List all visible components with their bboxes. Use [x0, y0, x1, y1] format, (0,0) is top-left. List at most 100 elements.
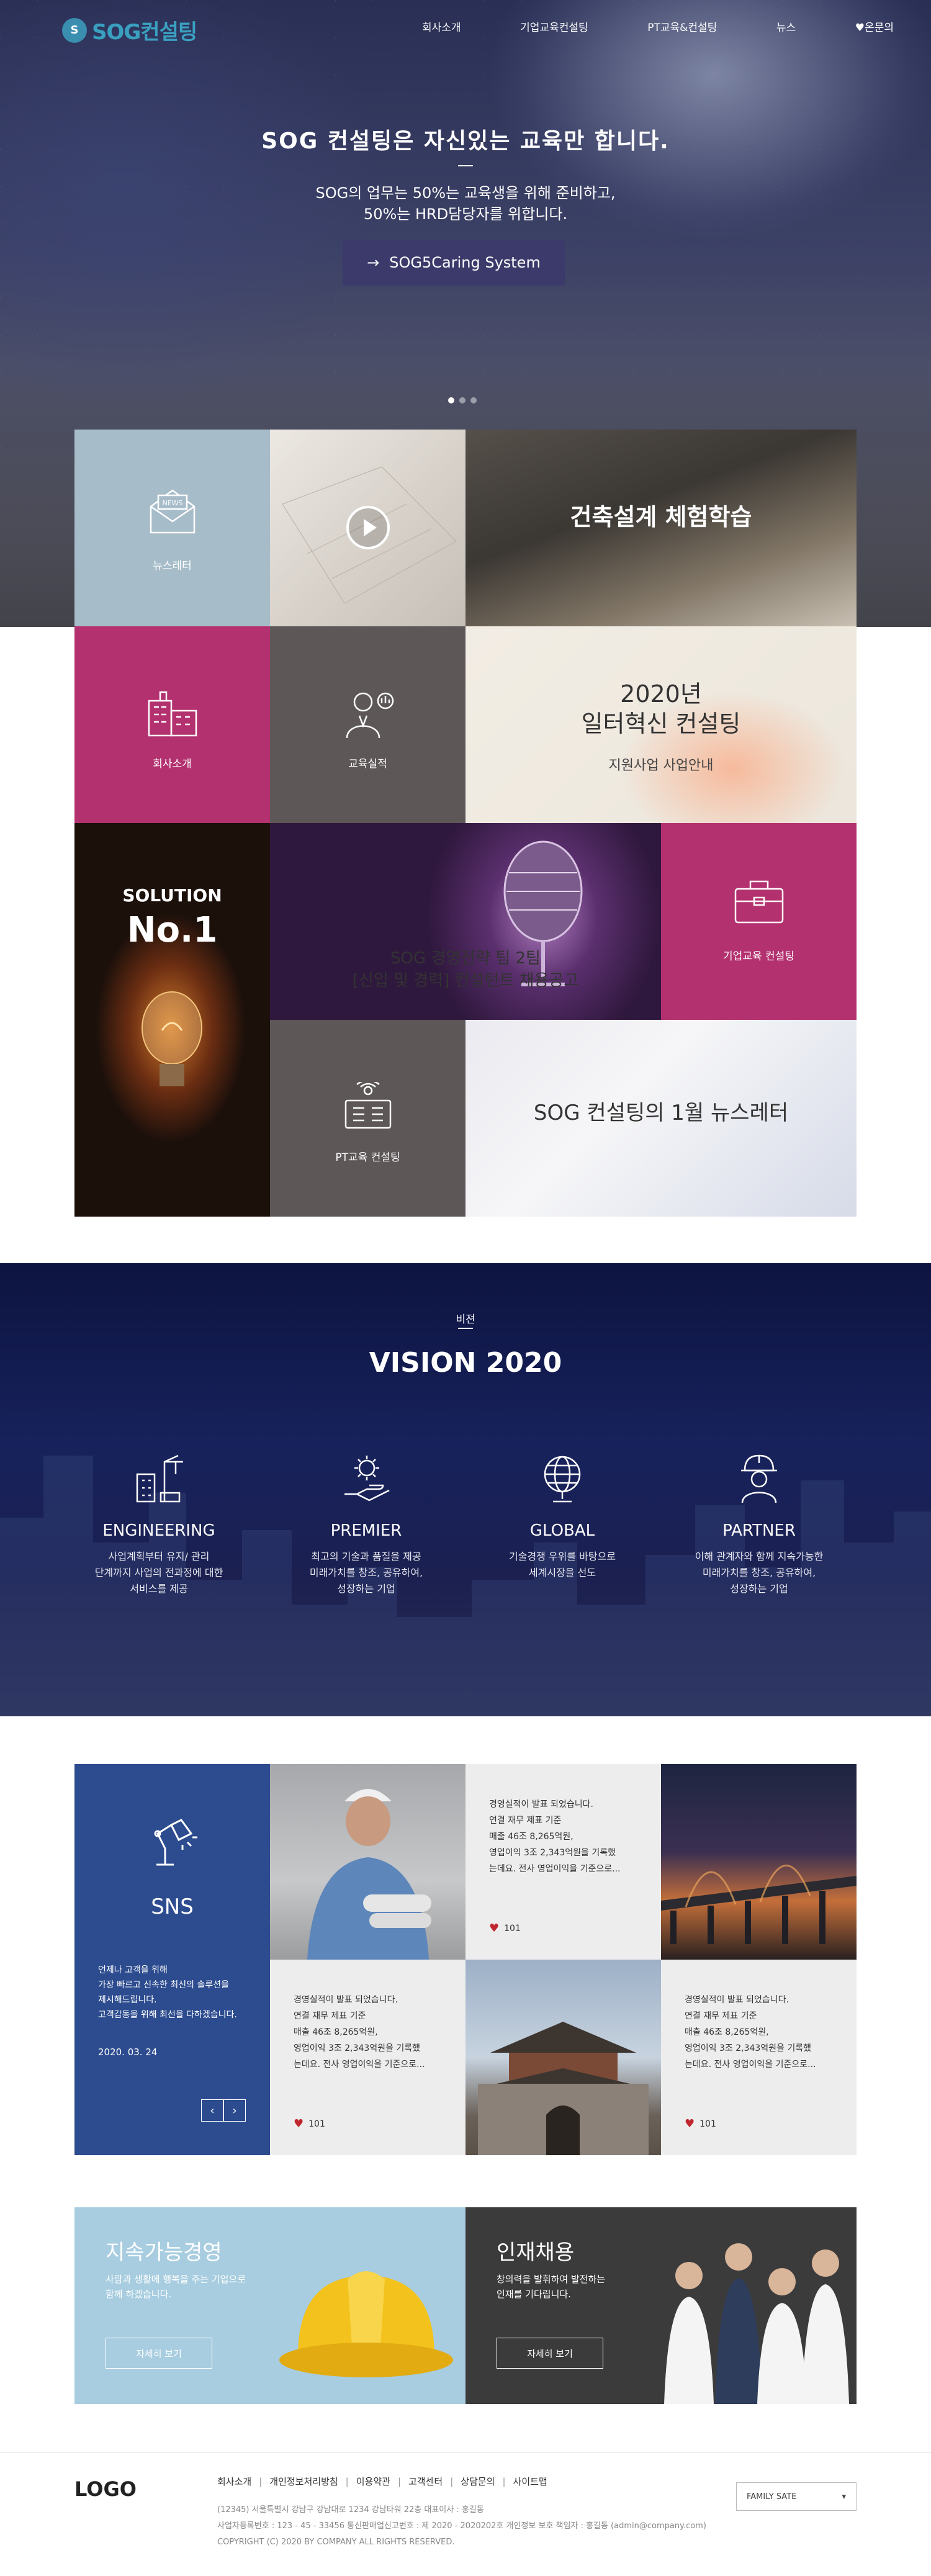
sns-post-line: 연결 재무 제표 기준 [685, 2011, 757, 2021]
sustainability-desc-line: 사람과 생활에 행복을 주는 기업으로 [106, 2274, 246, 2285]
sns-like-counter[interactable]: ♥ 101 [294, 2117, 325, 2130]
vision-item-desc-line: 세계시장을 선도 [528, 1567, 596, 1578]
tile-video[interactable] [270, 430, 466, 626]
sustainability-banner: 지속가능경영 사람과 생활에 행복을 주는 기업으로 함께 하겠습니다. 자세히… [74, 2207, 466, 2404]
tile-performance-label: 교육실적 [348, 758, 387, 770]
sns-post-line: 연결 재무 제표 기준 [294, 2011, 366, 2021]
vision-item-partner: PARTNER 이해 관계자와 함께 지속가능한 미래가치를 창조, 공유하여,… [666, 1449, 852, 1597]
solution-rank: No.1 [127, 910, 218, 950]
slider-dot[interactable] [470, 397, 477, 403]
nav-item-pt-training[interactable]: PT교육&컨설팅 [647, 19, 717, 34]
vision-item-desc: 이해 관계자와 함께 지속가능한 미래가치를 창조, 공유하여, 성장하는 기업 [666, 1549, 852, 1597]
footer-link-privacy[interactable]: 개인정보처리방침 [269, 2475, 338, 2488]
tile-architecture-title: 건축설계 체험학습 [570, 503, 752, 531]
sns-like-counter[interactable]: ♥ 101 [489, 1922, 521, 1935]
hero-subtitle: SOG의 업무는 50%는 교육생을 위해 준비하고, 50%는 HRD담당자를… [0, 182, 931, 225]
chevron-down-icon: ▾ [842, 2492, 846, 2502]
family-site-select[interactable]: FAMILY SATE ▾ [736, 2482, 857, 2511]
footer-company-info: (12345) 서울특별시 강남구 강남대로 1234 강남타워 22층 대표이… [217, 2502, 706, 2551]
tile-recruitment-title-line: SOG 경영전략 팀 2팀 [390, 949, 541, 968]
sns-section: SNS 언제나 고객을 위해 가장 빠르고 신속한 최신의 솔루션을 제시해드립… [74, 1764, 857, 2155]
sns-post-line: 는데요. 전사 영업이익을 기준으로... [489, 1864, 621, 1874]
sns-post-card[interactable]: 경영실적이 발표 되었습니다. 연결 재무 제표 기준 매출 46조 8,265… [466, 1764, 661, 1960]
hero-cta-label: SOG5Caring System [389, 254, 541, 271]
nav-item-corporate-training[interactable]: 기업교육컨설팅 [520, 19, 588, 34]
tile-architecture-experience[interactable]: 건축설계 체험학습 [466, 430, 857, 626]
presentation-board-icon [344, 1082, 392, 1129]
nav-item-company[interactable]: 회사소개 [422, 19, 461, 34]
footer-copyright: COPYRIGHT (C) 2020 BY COMPANY ALL RIGHTS… [217, 2538, 455, 2547]
sns-next-button[interactable]: › [223, 2099, 246, 2122]
building-crane-icon [136, 1454, 183, 1503]
card-pointer [554, 1950, 573, 1960]
tile-pt-training[interactable]: PT교육 컨설팅 [270, 1020, 466, 1217]
heart-icon: ♥ [685, 2117, 695, 2130]
site-footer: LOGO 회사소개 | 개인정보처리방침 | 이용약관 | 고객센터 | 상담문의 | 사… [0, 2452, 931, 2576]
sns-description-line: 가장 빠르고 신속한 최신의 솔루션을 [98, 1980, 229, 1990]
sustainability-more-button[interactable]: 자세히 보기 [106, 2338, 212, 2369]
sns-like-counter[interactable]: ♥ 101 [685, 2117, 716, 2130]
sns-description: 언제나 고객을 위해 가장 빠르고 신속한 최신의 솔루션을 제시해드립니다. … [98, 1963, 258, 2022]
footer-link-support[interactable]: 고객센터 [408, 2475, 443, 2488]
hero-cta-button[interactable]: → SOG5Caring System [343, 240, 565, 286]
slider-pagination [448, 397, 477, 403]
tile-pt-training-label: PT교육 컨설팅 [335, 1151, 400, 1164]
sns-post-line: 영업이익 3조 2,343억원을 기록했 [685, 2043, 812, 2053]
sns-description-line: 언제나 고객을 위해 [98, 1965, 168, 1975]
gate-photo [478, 2022, 649, 2155]
arrow-right-icon: → [367, 254, 380, 271]
footer-info-line: 사업자등록번호 : 123 - 45 - 33456 통신판매업신고번호 : 제… [217, 2521, 706, 2531]
slider-dot[interactable] [459, 397, 466, 403]
sns-description-line: 고객감동을 위해 최선을 다하겠습니다. [98, 2010, 237, 2020]
vision-item-desc-line: 단계까지 사업의 전과정에 대한 [94, 1567, 223, 1578]
team-photo [664, 2243, 849, 2404]
tile-performance[interactable]: 교육실적 [270, 626, 466, 823]
site-logo[interactable]: S SOG컨설팅 [62, 15, 197, 45]
sns-post-card[interactable]: 경영실적이 발표 되었습니다. 연결 재무 제표 기준 매출 46조 8,265… [270, 1960, 466, 2155]
tile-recruitment-title-line: [신입 및 경력] 컨설턴트 채용공고 [352, 971, 579, 990]
sustainability-desc: 사람과 생활에 행복을 주는 기업으로 함께 하겠습니다. [106, 2272, 246, 2302]
sns-post-line: 매출 46조 8,265억원, [294, 2027, 378, 2037]
slider-dot[interactable] [448, 397, 454, 403]
sustainability-desc-line: 함께 하겠습니다. [106, 2289, 172, 2300]
footer-link-inquiry[interactable]: 상담문의 [461, 2475, 495, 2488]
tile-company[interactable]: 회사소개 [74, 626, 270, 823]
sns-date: 2020. 03. 24 [98, 2047, 158, 2058]
vision-item-title: PARTNER [722, 1521, 796, 1540]
hero-subtitle-line: SOG의 업무는 50%는 교육생을 위해 준비하고, [315, 184, 616, 202]
tile-recruitment-notice[interactable]: SOG 경영전략 팀 2팀 [신입 및 경력] 컨설턴트 채용공고 [270, 823, 661, 1020]
play-icon[interactable] [343, 503, 393, 552]
sns-post-line: 영업이익 3조 2,343억원을 기록했 [489, 1848, 616, 1858]
nav-item-inquiry[interactable]: ♥온문의 [855, 19, 894, 34]
nav-item-news[interactable]: 뉴스 [776, 19, 796, 34]
logo-text: SOG컨설팅 [92, 20, 197, 45]
footer-link-company[interactable]: 회사소개 [217, 2475, 251, 2488]
sns-prev-button[interactable]: ‹ [201, 2099, 223, 2122]
footer-links: 회사소개 | 개인정보처리방침 | 이용약관 | 고객센터 | 상담문의 | 사이트맵 [217, 2475, 547, 2488]
recruitment-more-button[interactable]: 자세히 보기 [497, 2338, 603, 2369]
footer-link-sitemap[interactable]: 사이트맵 [513, 2475, 547, 2488]
office-building-icon [148, 691, 197, 737]
tile-january-newsletter[interactable]: SOG 컨설팅의 1월 뉴스레터 [466, 1020, 857, 1217]
vision-item-engineering: ENGINEERING 사업계획부터 유지/ 관리 단계까지 사업의 전과정에 … [66, 1449, 252, 1597]
sns-post-line: 는데요. 전사 영업이익을 기준으로... [294, 2060, 425, 2069]
tile-newsletter[interactable]: NEWS 뉴스레터 [74, 430, 270, 626]
sns-photo-engineer[interactable] [270, 1764, 466, 1960]
sns-photo-gate[interactable] [466, 1960, 661, 2155]
engineer-photo [307, 1789, 431, 1960]
sns-post-line: 연결 재무 제표 기준 [489, 1816, 562, 1826]
globe-icon [544, 1456, 581, 1503]
heart-icon: ♥ [294, 2117, 304, 2130]
vision-item-global: GLOBAL 기술경쟁 우위를 바탕으로 세계시장을 선도 [469, 1449, 655, 1581]
main-nav: 회사소개 기업교육컨설팅 PT교육&컨설팅 뉴스 ♥온문의 [422, 19, 894, 34]
sns-post-card[interactable]: 경영실적이 발표 되었습니다. 연결 재무 제표 기준 매출 46조 8,265… [661, 1960, 857, 2155]
sustainability-title: 지속가능경영 [106, 2240, 222, 2265]
sns-description-line: 제시해드립니다. [98, 1995, 157, 2005]
sns-post-line: 는데요. 전사 영업이익을 기준으로... [685, 2060, 816, 2069]
tile-workplace-innovation[interactable]: 2020년 일터혁신 컨설팅 지원사업 사업안내 [466, 626, 857, 823]
sns-photo-bridge[interactable] [661, 1764, 857, 1960]
heart-icon: ♥ [489, 1922, 500, 1935]
tile-corporate-training[interactable]: 기업교육 컨설팅 [661, 823, 857, 1020]
footer-link-terms[interactable]: 이용약관 [356, 2475, 390, 2488]
footer-logo[interactable]: LOGO [74, 2477, 137, 2501]
